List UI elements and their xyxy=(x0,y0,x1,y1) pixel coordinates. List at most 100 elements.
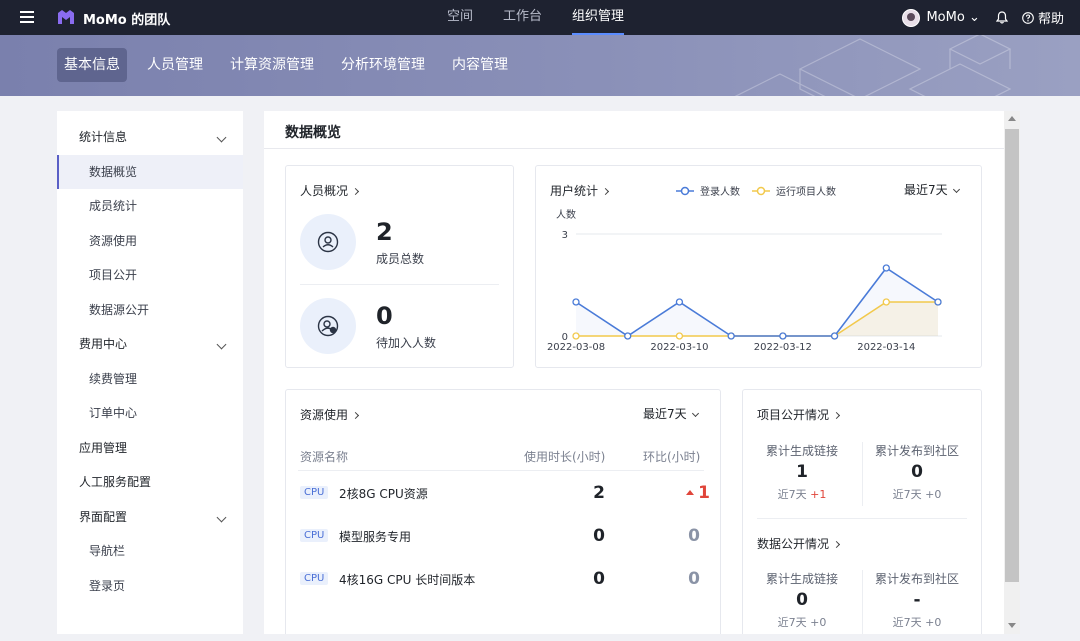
user-name: MoMo xyxy=(926,10,965,25)
data-point xyxy=(727,332,735,340)
sidebar-item-navbar[interactable]: 导航栏 xyxy=(57,534,243,568)
legend-label: 登录人数 xyxy=(700,185,740,198)
people-divider xyxy=(300,284,499,285)
table-header-divider xyxy=(298,470,704,471)
cpu-tag: CPU xyxy=(300,486,329,499)
data-links-sub: 近7天 +0 xyxy=(777,616,827,629)
sidebar-item-orders[interactable]: 订单中心 xyxy=(57,396,243,430)
sidebar-group-manual-service[interactable]: 人工服务配置 xyxy=(57,465,243,499)
sidebar-item-project-public[interactable]: 项目公开 xyxy=(57,258,243,292)
legend-label: 运行项目人数 xyxy=(776,185,836,198)
help-icon xyxy=(1021,12,1034,24)
help-link[interactable]: 帮助 xyxy=(1021,8,1064,27)
top-nav-space[interactable]: 空间 xyxy=(447,0,473,35)
user-stats-range-select[interactable]: 最近7天 xyxy=(904,181,960,198)
project-community-sub: 近7天 +0 xyxy=(892,488,942,501)
chevron-right-icon xyxy=(351,187,360,196)
resource-change: 1 xyxy=(660,483,710,503)
data-community-value: - xyxy=(913,590,921,610)
sidebar-item-label: 成员统计 xyxy=(89,199,138,213)
sidebar-group-ui-config[interactable]: 界面配置 xyxy=(57,500,243,534)
user-icon xyxy=(317,231,339,253)
sidebar-item-label: 订单中心 xyxy=(89,406,138,420)
team-name[interactable]: MoMo 的团队 xyxy=(83,9,170,28)
sidebar-item-renewal[interactable]: 续费管理 xyxy=(57,362,243,396)
avatar[interactable] xyxy=(902,8,921,27)
data-point xyxy=(624,332,632,340)
data-point xyxy=(572,298,580,306)
sidebar-item-label: 资源使用 xyxy=(89,234,138,248)
title-divider xyxy=(264,148,1004,149)
data-point xyxy=(675,298,684,306)
chevron-down-icon xyxy=(216,132,227,143)
data-community-sub: 近7天 +0 xyxy=(892,616,942,629)
project-links-sub: 近7天 +1 xyxy=(746,486,858,502)
sidebar-item-label: 应用管理 xyxy=(79,441,128,455)
data-point xyxy=(882,264,890,272)
user-stats-title-label: 用户统计 xyxy=(550,184,599,198)
top-nav: 空间 工作台 组织管理 xyxy=(447,0,654,35)
sidebar-item-resource-usage[interactable]: 资源使用 xyxy=(57,224,243,258)
top-nav-workbench[interactable]: 工作台 xyxy=(503,0,542,35)
chevron-down-icon xyxy=(952,185,960,194)
data-point xyxy=(675,332,684,340)
people-card-title[interactable]: 人员概况 xyxy=(300,182,360,199)
y-tick-label: 0 xyxy=(562,332,568,343)
page-title: 数据概览 xyxy=(285,125,341,141)
resource-hours: 0 xyxy=(593,569,605,589)
project-public-title[interactable]: 项目公开情况 xyxy=(757,406,841,423)
top-nav-org[interactable]: 组织管理 xyxy=(572,0,625,35)
sidebar-group-apps[interactable]: 应用管理 xyxy=(57,431,243,465)
chevron-right-icon xyxy=(832,540,841,549)
scroll-down-icon[interactable] xyxy=(1008,623,1016,628)
resource-card-title[interactable]: 资源使用 xyxy=(300,406,360,423)
data-point xyxy=(572,332,580,340)
sidebar-item-label: 数据源公开 xyxy=(89,303,150,317)
sidebar-item-data-overview[interactable]: 数据概览 xyxy=(57,155,243,189)
user-stats-title[interactable]: 用户统计 xyxy=(550,182,610,199)
resource-change-value: 1 xyxy=(698,483,710,503)
sidebar-group-stats[interactable]: 统计信息 xyxy=(57,120,243,154)
sidebar-item-member-stats[interactable]: 成员统计 xyxy=(57,189,243,223)
x-tick-label: 2022-03-14 xyxy=(857,342,915,353)
data-point xyxy=(934,298,942,306)
resource-hours: 0 xyxy=(593,526,605,546)
resource-range-select[interactable]: 最近7天 xyxy=(643,405,699,422)
legend-marker xyxy=(680,186,690,196)
x-tick-label: 2022-03-10 xyxy=(650,342,708,353)
project-links-label: 累计生成链接 xyxy=(765,444,838,458)
tab-analysis-env[interactable]: 分析环境管理 xyxy=(334,48,432,82)
data-point xyxy=(934,298,942,306)
tab-content[interactable]: 内容管理 xyxy=(445,48,515,82)
tab-basic-info[interactable]: 基本信息 xyxy=(57,48,127,82)
sidebar-item-datasource-public[interactable]: 数据源公开 xyxy=(57,293,243,327)
y-axis-label: 人数 xyxy=(556,208,576,221)
menu-icon[interactable] xyxy=(20,11,34,23)
bell-icon[interactable] xyxy=(995,11,1008,24)
chevron-down-icon: ⌄ xyxy=(968,10,980,25)
data-public-title-label: 数据公开情况 xyxy=(757,537,830,551)
data-public-title[interactable]: 数据公开情况 xyxy=(757,535,841,552)
sub-header: 基本信息 人员管理 计算资源管理 分析环境管理 内容管理 xyxy=(0,35,1080,96)
scroll-up-icon[interactable] xyxy=(1008,116,1016,121)
tab-people[interactable]: 人员管理 xyxy=(140,48,210,82)
scrollbar[interactable] xyxy=(1004,111,1020,634)
chevron-down-icon xyxy=(691,409,699,418)
cpu-tag: CPU xyxy=(300,572,329,585)
user-pending-icon xyxy=(317,315,339,337)
sidebar-item-label: 导航栏 xyxy=(89,544,126,558)
logo-icon xyxy=(58,10,74,24)
sidebar-item-login-page[interactable]: 登录页 xyxy=(57,569,243,603)
data-point xyxy=(882,298,890,306)
chevron-right-icon xyxy=(601,187,610,196)
user-menu[interactable]: MoMo ⌄ xyxy=(926,10,979,25)
data-point xyxy=(727,332,735,340)
resource-change: 0 xyxy=(688,526,700,546)
range-label: 最近7天 xyxy=(643,407,687,421)
tab-compute[interactable]: 计算资源管理 xyxy=(223,48,321,82)
sidebar-group-billing[interactable]: 费用中心 xyxy=(57,327,243,361)
resource-name: 模型服务专用 xyxy=(339,530,412,544)
scroll-thumb[interactable] xyxy=(1005,129,1019,582)
cpu-tag: CPU xyxy=(300,529,329,542)
sidebar-item-label: 统计信息 xyxy=(79,130,128,144)
